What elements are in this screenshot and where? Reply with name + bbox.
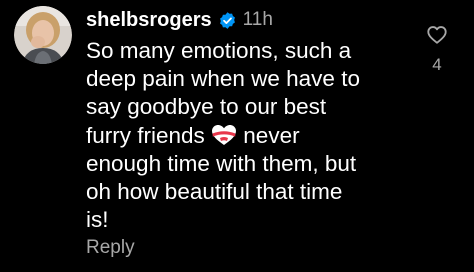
comment-text: So many emotions, such a deep pain when … xyxy=(86,37,412,234)
timestamp: 11h xyxy=(242,9,273,30)
comment: shelbsrogers 11h So many emotions, such … xyxy=(0,0,474,272)
heart-outline-icon[interactable] xyxy=(426,24,448,46)
profile-photo-icon xyxy=(14,6,72,64)
heart-with-ribbon-icon xyxy=(211,124,237,146)
reply-button[interactable]: Reply xyxy=(86,237,135,259)
avatar[interactable] xyxy=(14,6,72,64)
username[interactable]: shelbsrogers xyxy=(86,9,212,32)
like-count: 4 xyxy=(432,55,442,74)
verified-badge-icon xyxy=(218,11,237,30)
comment-header: shelbsrogers 11h xyxy=(86,6,273,34)
